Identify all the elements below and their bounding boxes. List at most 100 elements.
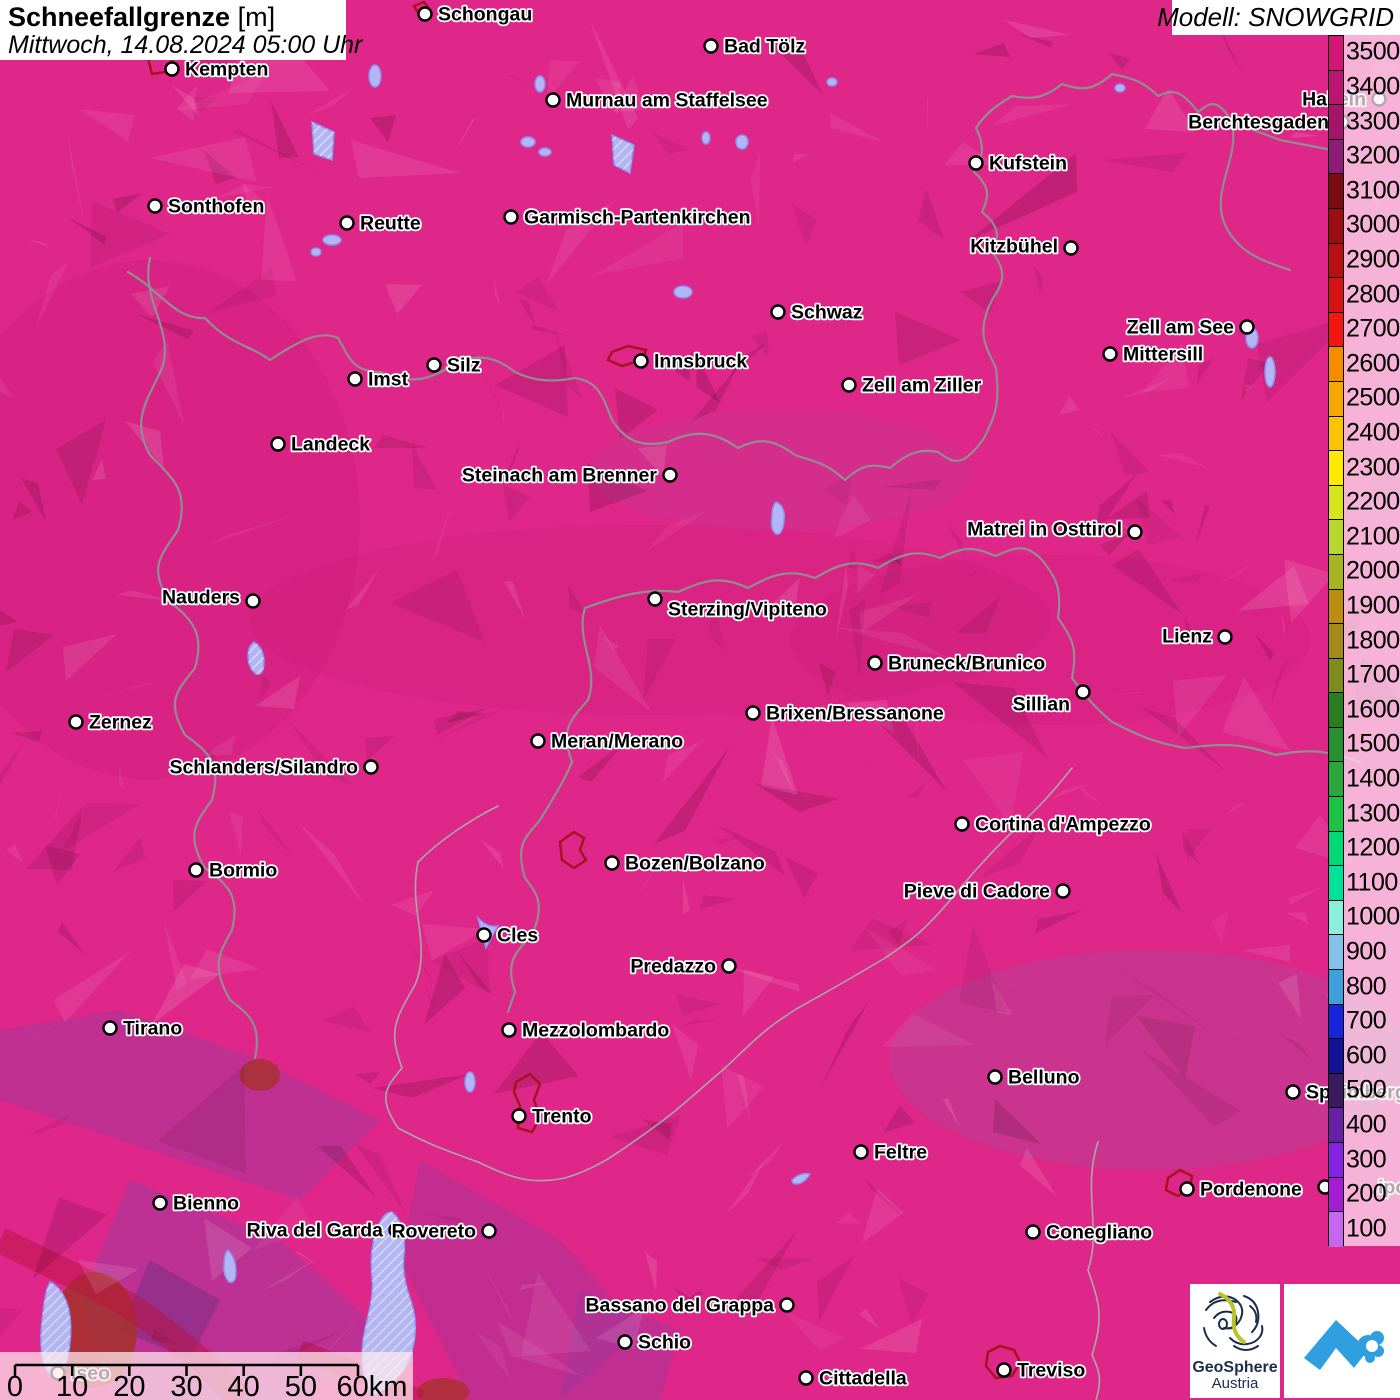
- city-marker: Riva del Garda: [245, 1218, 404, 1243]
- city-dot: [841, 377, 857, 393]
- city-dot: [968, 155, 984, 171]
- city-dot: [68, 714, 84, 730]
- colorbar-cell: [1329, 381, 1343, 417]
- colorbar-cell: [1329, 658, 1343, 694]
- city-marker: Bozen/Bolzano: [604, 851, 767, 876]
- city-dot: [545, 92, 561, 108]
- colorbar-tick-label: 800: [1346, 972, 1387, 1000]
- city-label: Brixen/Bressanone: [766, 703, 944, 725]
- city-label: Schwaz: [791, 302, 863, 324]
- city-dot: [1063, 240, 1079, 256]
- city-label: Trento: [532, 1106, 592, 1128]
- colorbar-tick-label: 2300: [1346, 453, 1400, 481]
- city-label: Tirano: [123, 1018, 182, 1040]
- colorbar-cell: [1329, 693, 1343, 728]
- city-dot: [745, 705, 761, 721]
- city-label: Schio: [638, 1332, 691, 1354]
- map-canvas: Schongau Bad Tölz Kempten Murnau am Staffel…: [0, 0, 1400, 1400]
- city-label: Zell am See: [1127, 317, 1234, 339]
- map-title-text: Schneefallgrenze: [8, 2, 231, 32]
- city-marker: Pieve di Cadore: [902, 879, 1071, 904]
- city-label: Kitzbühel: [970, 236, 1058, 258]
- city-dot: [501, 1022, 517, 1038]
- city-dot: [270, 436, 286, 452]
- city-label: Bormio: [209, 860, 277, 882]
- city-dot: [503, 209, 519, 225]
- city-label: Silz: [447, 355, 481, 377]
- city-dot: [987, 1069, 1003, 1085]
- colorbar-cell: [1329, 1177, 1343, 1213]
- geosphere-logo-mark: [1203, 1292, 1264, 1351]
- colorbar-tick-label: 1800: [1346, 626, 1400, 654]
- colorbar-cell: [1329, 416, 1343, 452]
- colorbar-cell: [1329, 312, 1343, 348]
- city-marker: Bassano del Grappa: [584, 1293, 795, 1318]
- city-dot: [1025, 1224, 1041, 1240]
- colorbar-tick-label: 3200: [1346, 141, 1400, 170]
- colorbar-tick-label: 3100: [1346, 176, 1400, 205]
- city-label: Murnau am Staffelsee: [566, 90, 768, 112]
- city-dot: [102, 1020, 118, 1036]
- colorbar-cell: [1329, 36, 1343, 71]
- partner-logo-box: [1284, 1284, 1400, 1398]
- model-label: Modell: SNOWGRID: [1157, 2, 1394, 32]
- colorbar-tick-label: 1400: [1346, 764, 1400, 793]
- scalebar-label: 30: [170, 1371, 202, 1400]
- city-dot: [604, 855, 620, 871]
- city-dot: [617, 1334, 633, 1350]
- city-dot: [481, 1223, 497, 1239]
- distance-scalebar: 0 10 20 30 40 50 60km: [0, 1352, 413, 1400]
- colorbar-cell: [1329, 589, 1343, 625]
- city-marker: Schlanders/Silandro: [168, 755, 379, 780]
- colorbar-cell: [1329, 1143, 1343, 1178]
- city-label: Kempten: [185, 59, 268, 81]
- city-label: Cortina d'Ampezzo: [975, 814, 1151, 836]
- city-label: Schongau: [438, 4, 532, 26]
- colorbar-tick-label: 2000: [1346, 556, 1400, 585]
- city-label: Mezzolombardo: [522, 1020, 669, 1042]
- geosphere-logo-text: GeoSphere: [1192, 1359, 1278, 1376]
- city-dot: [363, 759, 379, 775]
- city-label: Nauders: [162, 587, 240, 609]
- colorbar-cell: [1329, 485, 1343, 521]
- city-label: Pordenone: [1200, 1179, 1302, 1201]
- colorbar-tick-label: 900: [1346, 937, 1387, 966]
- city-dot: [152, 1195, 168, 1211]
- city-marker: Bruneck/Brunico: [867, 651, 1047, 676]
- map-datetime: Mittwoch, 14.08.2024 05:00 Uhr: [8, 31, 363, 59]
- colorbar-cell: [1329, 1108, 1343, 1143]
- colorbar-tick-label: 1100: [1346, 868, 1398, 897]
- city-label: Pieve di Cadore: [904, 881, 1050, 903]
- colorbar-cell: [1329, 762, 1343, 798]
- colorbar-cell: [1329, 520, 1343, 555]
- city-label: Reutte: [360, 213, 421, 235]
- colorbar-tick-label: 400: [1346, 1110, 1387, 1139]
- city-label: Sillian: [1013, 694, 1070, 716]
- city-label: Bienno: [173, 1193, 239, 1215]
- colorbar-cell: [1329, 866, 1343, 901]
- colorbar-tick-label: 3400: [1346, 72, 1400, 101]
- colorbar-cell: [1329, 1073, 1343, 1109]
- map-title-unit: [m]: [237, 2, 276, 32]
- city-label: Garmisch-Partenkirchen: [524, 207, 751, 229]
- blue-mountain-logo: [1304, 1320, 1384, 1370]
- colorbar-tick-label: 2700: [1346, 314, 1400, 343]
- colorbar-cell: [1329, 70, 1343, 106]
- city-marker: Matrei in Osttirol: [965, 517, 1143, 542]
- colorbar-cell: [1329, 900, 1343, 936]
- colorbar-cell: [1329, 554, 1343, 590]
- colorbar-tick-label: 2100: [1346, 522, 1400, 551]
- city-marker: Mezzolombardo: [501, 1018, 671, 1043]
- city-dot: [770, 304, 786, 320]
- city-marker: Conegliano: [1025, 1220, 1154, 1245]
- colorbar-tick-label: 100: [1346, 1214, 1387, 1243]
- colorbar-cell: [1329, 831, 1343, 867]
- city-dot: [511, 1108, 527, 1124]
- city-label: Innsbruck: [654, 351, 747, 373]
- city-dot: [164, 61, 180, 77]
- city-dot: [853, 1144, 869, 1160]
- colorbar-tick-label: 1300: [1346, 799, 1400, 827]
- colorbar-tick-label: 600: [1346, 1041, 1387, 1070]
- colorbar-tick-label: 500: [1346, 1075, 1387, 1104]
- city-marker: Garmisch-Partenkirchen: [503, 205, 752, 230]
